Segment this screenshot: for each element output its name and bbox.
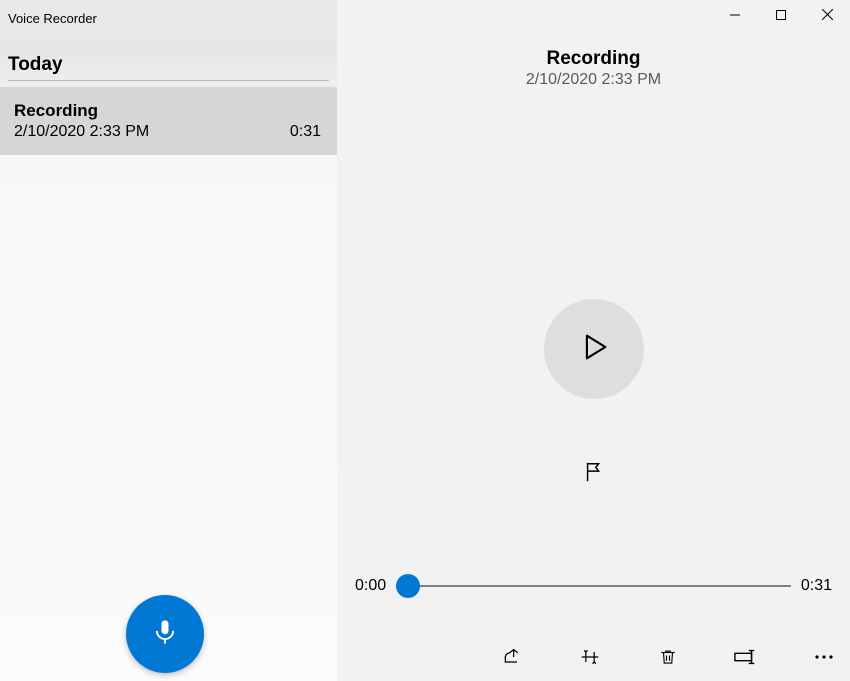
recording-list-item[interactable]: Recording 2/10/2020 2:33 PM 0:31 — [0, 87, 337, 155]
flag-icon — [583, 461, 605, 488]
maximize-icon — [776, 7, 786, 25]
detail-timestamp: 2/10/2020 2:33 PM — [337, 71, 850, 89]
trim-icon — [579, 647, 601, 672]
rename-button[interactable] — [730, 643, 762, 675]
play-button[interactable] — [544, 299, 644, 399]
seek-slider[interactable] — [396, 576, 791, 596]
recording-timestamp: 2/10/2020 2:33 PM — [14, 123, 149, 141]
more-button[interactable] — [808, 643, 840, 675]
window-controls — [712, 0, 850, 32]
minimize-button[interactable] — [712, 0, 758, 32]
current-time: 0:00 — [355, 577, 386, 595]
trash-icon — [659, 647, 677, 672]
add-marker-button[interactable] — [574, 454, 614, 494]
microphone-icon — [151, 618, 179, 651]
delete-button[interactable] — [652, 643, 684, 675]
total-time: 0:31 — [801, 577, 832, 595]
play-icon — [577, 330, 611, 369]
sidebar: Voice Recorder Today Recording 2/10/2020… — [0, 0, 337, 681]
rename-icon — [734, 648, 758, 671]
record-button[interactable] — [126, 595, 204, 673]
section-header-today: Today — [0, 54, 337, 80]
minimize-icon — [730, 7, 740, 25]
share-button[interactable] — [496, 643, 528, 675]
app-title: Voice Recorder — [0, 0, 337, 26]
detail-title: Recording — [337, 48, 850, 70]
seek-track — [396, 585, 791, 587]
detail-header: Recording 2/10/2020 2:33 PM — [337, 48, 850, 89]
close-button[interactable] — [804, 0, 850, 32]
more-icon — [814, 650, 834, 668]
section-divider — [8, 80, 329, 81]
recording-duration: 0:31 — [290, 123, 321, 141]
maximize-button[interactable] — [758, 0, 804, 32]
share-icon — [501, 647, 523, 672]
recording-name: Recording — [14, 101, 321, 121]
seek-thumb[interactable] — [396, 574, 420, 598]
trim-button[interactable] — [574, 643, 606, 675]
detail-toolbar — [496, 643, 840, 675]
main-panel: Recording 2/10/2020 2:33 PM 0:00 0:31 — [337, 0, 850, 681]
close-icon — [822, 7, 833, 25]
playback-progress: 0:00 0:31 — [337, 576, 850, 596]
recording-list: Recording 2/10/2020 2:33 PM 0:31 — [0, 87, 337, 681]
